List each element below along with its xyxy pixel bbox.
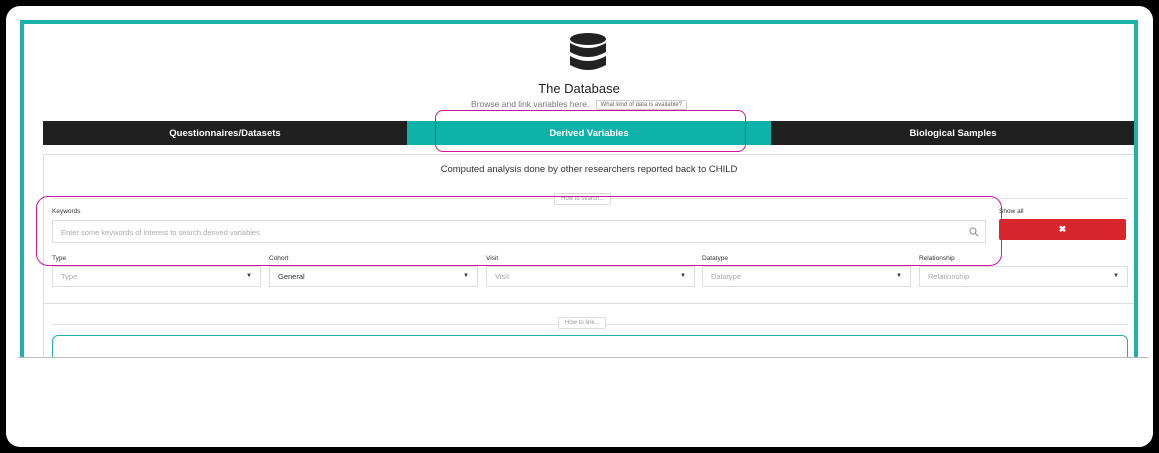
screenshot-canvas: The Database Browse and link variables h…: [6, 6, 1153, 447]
database-icon: [570, 33, 606, 70]
relationship-select-value: Relationship: [928, 272, 970, 281]
cohort-select[interactable]: General ▼: [269, 266, 478, 287]
caret-down-icon: ▼: [1113, 273, 1119, 279]
show-all-label: Show all: [999, 208, 1024, 215]
divider: [18, 357, 1149, 358]
caret-down-icon: ▼: [680, 273, 686, 279]
page-subtitle: Browse and link variables here. What kin…: [24, 99, 1134, 110]
close-icon: ✖: [1058, 224, 1067, 234]
caret-down-icon: ▼: [896, 273, 902, 279]
type-select[interactable]: Type ▼: [52, 266, 261, 287]
divider: [44, 303, 1134, 304]
datatype-select-value: Datatype: [711, 272, 742, 281]
subtitle-text: Browse and link variables here.: [471, 99, 590, 109]
visit-select[interactable]: Visit ▼: [486, 266, 695, 287]
datatype-select[interactable]: Datatype ▼: [702, 266, 911, 287]
visit-select-value: Visit: [495, 272, 510, 281]
database-page: The Database Browse and link variables h…: [20, 20, 1138, 357]
panel-description: Computed analysis done by other research…: [440, 164, 738, 175]
clear-button[interactable]: ✖: [999, 219, 1126, 240]
caret-down-icon: ▼: [463, 273, 469, 279]
keywords-highlight-annotation: [36, 196, 1002, 266]
tab-highlight-annotation: [435, 110, 746, 152]
type-select-value: Type: [61, 272, 78, 281]
tab-questionnaires[interactable]: Questionnaires/Datasets: [43, 121, 407, 145]
data-info-button[interactable]: What kind of data is available?: [595, 99, 687, 110]
cohort-select-value: General: [278, 272, 305, 281]
page-title: The Database: [538, 81, 620, 96]
caret-down-icon: ▼: [246, 273, 252, 279]
how-to-link-button[interactable]: How to link...: [558, 317, 607, 329]
link-panel: [52, 335, 1128, 357]
tab-biological-samples[interactable]: Biological Samples: [771, 121, 1134, 145]
relationship-select[interactable]: Relationship ▼: [919, 266, 1128, 287]
